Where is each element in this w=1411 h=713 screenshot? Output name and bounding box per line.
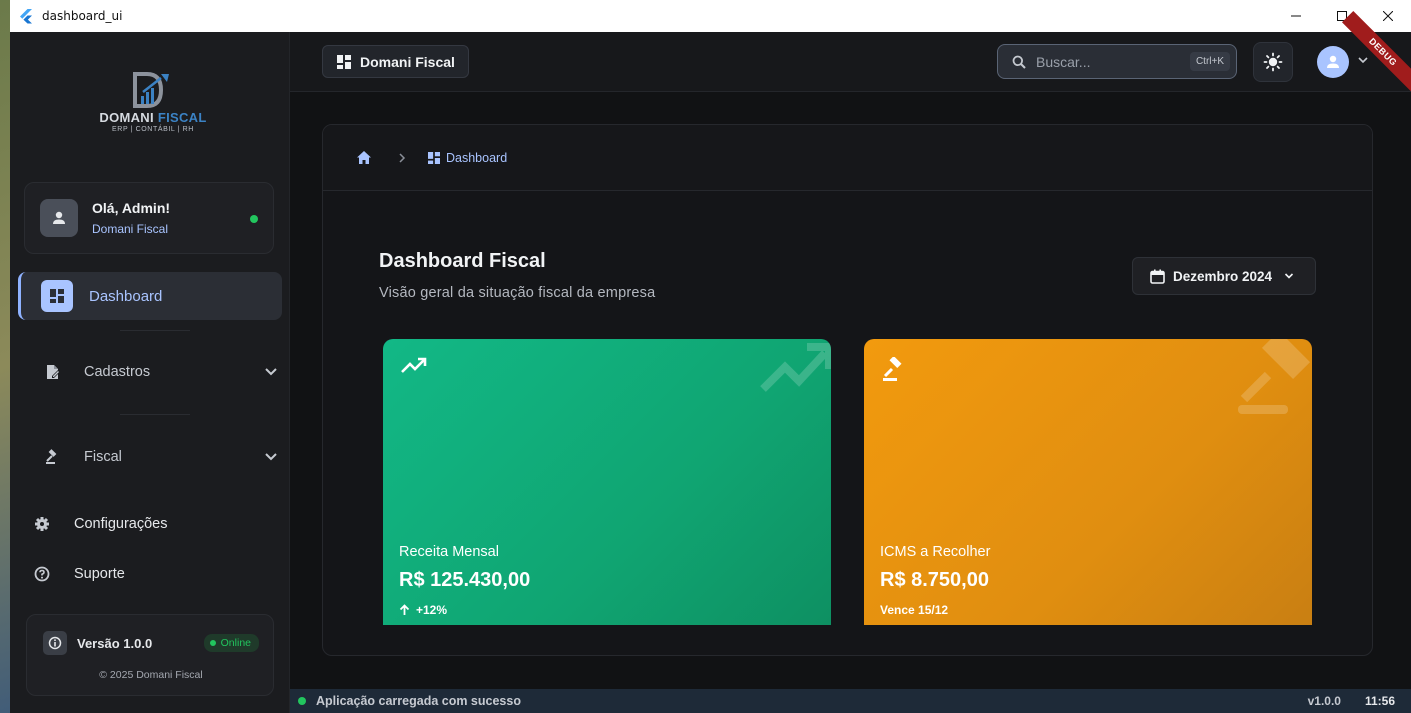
main-content: Dashboard Dashboard Fiscal Visão geral d…	[322, 124, 1373, 656]
breadcrumb-current: Dashboard	[446, 150, 508, 165]
status-badge-label: Online	[220, 637, 251, 649]
sidebar-item-configuracoes[interactable]: Configurações	[34, 509, 168, 539]
page-subtitle: Visão geral da situação fiscal da empres…	[379, 285, 656, 301]
status-dot	[298, 697, 306, 705]
chevron-down-icon	[1284, 273, 1294, 279]
minimize-icon	[1291, 15, 1301, 17]
gavel-icon	[1238, 339, 1311, 414]
home-icon[interactable]	[356, 150, 372, 165]
close-button[interactable]	[1365, 0, 1411, 32]
stat-change: +12%	[416, 603, 448, 617]
search-placeholder: Buscar...	[1036, 53, 1091, 70]
gavel-icon	[883, 357, 902, 381]
sidebar-item-label: Configurações	[74, 516, 168, 532]
dashboard-icon	[50, 289, 64, 303]
sidebar-item-label: Dashboard	[89, 287, 163, 305]
page-title: Dashboard Fiscal	[379, 250, 546, 272]
theme-toggle-button[interactable]	[1253, 42, 1293, 82]
logo-name-part1: DOMANI	[99, 110, 154, 125]
sidebar-item-label: Cadastros	[84, 364, 151, 380]
status-time: 11:56	[1364, 694, 1395, 708]
sidebar-item-label: Fiscal	[84, 449, 122, 465]
search-input[interactable]: Buscar... Ctrl+K	[997, 44, 1237, 79]
stat-value: R$ 125.430,00	[399, 569, 531, 591]
dashboard-icon-box	[41, 280, 73, 312]
shortcut-hint: Ctrl+K	[1189, 52, 1230, 71]
sidebar-item-cadastros[interactable]: Cadastros	[18, 352, 282, 392]
divider	[120, 330, 190, 331]
person-icon	[1327, 55, 1339, 68]
stat-card-receita[interactable]: Receita Mensal R$ 125.430,00 +12%	[383, 339, 831, 625]
sidebar-item-label: Suporte	[74, 566, 125, 582]
minimize-button[interactable]	[1273, 0, 1319, 32]
logo-mark-icon	[133, 72, 169, 108]
sidebar-item-dashboard[interactable]: Dashboard	[18, 272, 282, 320]
window-title: dashboard_ui	[42, 9, 123, 23]
divider	[120, 414, 190, 415]
logo-tagline: ERP | CONTÁBIL | RH	[112, 126, 194, 133]
chevron-down-icon	[265, 368, 277, 376]
version-card: Versão 1.0.0 Online © 2025 Domani Fiscal	[26, 614, 274, 696]
app-window: dashboard_ui DOMANI FISCAL ERP | CONTÁBI…	[10, 0, 1411, 713]
period-label: Dezembro 2024	[1173, 268, 1273, 284]
period-selector[interactable]: Dezembro 2024	[1132, 257, 1316, 295]
gear-icon	[35, 517, 49, 531]
version-label: Versão 1.0.0	[77, 635, 153, 651]
stat-due-date: Vence 15/12	[880, 603, 949, 617]
document-edit-icon	[44, 363, 62, 381]
person-icon	[53, 211, 65, 224]
trending-up-icon	[401, 357, 427, 373]
brand-label: Domani Fiscal	[360, 53, 455, 70]
status-version: v1.0.0	[1307, 694, 1341, 708]
chevron-down-icon[interactable]	[1358, 56, 1368, 64]
user-avatar	[40, 199, 78, 237]
sidebar-item-suporte[interactable]: Suporte	[34, 559, 125, 589]
sun-icon	[1263, 52, 1283, 72]
dashboard-icon	[428, 151, 440, 164]
arrow-up-icon	[399, 604, 410, 615]
copyright: © 2025 Domani Fiscal	[99, 669, 203, 681]
online-status-dot	[250, 215, 258, 223]
stat-label: ICMS a Recolher	[880, 544, 991, 560]
chevron-down-icon	[265, 453, 277, 461]
logo: DOMANI FISCAL ERP | CONTÁBIL | RH	[88, 72, 218, 152]
stat-value: R$ 8.750,00	[880, 569, 989, 591]
close-icon	[1383, 11, 1393, 21]
info-icon	[43, 631, 67, 655]
brand-button[interactable]: Domani Fiscal	[322, 45, 469, 78]
status-message: Aplicação carregada com sucesso	[316, 694, 521, 708]
status-badge: Online	[203, 634, 259, 652]
sidebar: DOMANI FISCAL ERP | CONTÁBIL | RH Olá, A…	[10, 32, 290, 713]
user-company: Domani Fiscal	[92, 222, 169, 236]
status-bar: Aplicação carregada com sucesso v1.0.0 1…	[290, 689, 1411, 713]
user-card[interactable]: Olá, Admin! Domani Fiscal	[24, 182, 274, 254]
dashboard-icon	[337, 54, 351, 69]
stat-card-icms[interactable]: ICMS a Recolher R$ 8.750,00 Vence 15/12	[864, 339, 1312, 625]
top-bar: Domani Fiscal Buscar... Ctrl+K DEBUG	[290, 10, 1411, 94]
logo-name-part2: FISCAL	[157, 110, 207, 125]
trending-up-icon	[760, 343, 831, 392]
user-menu-avatar[interactable]	[1317, 46, 1349, 78]
help-icon	[34, 566, 50, 582]
title-bar: dashboard_ui	[10, 0, 1411, 32]
calendar-icon	[1150, 269, 1165, 284]
gavel-icon	[44, 448, 62, 466]
flutter-icon	[20, 9, 32, 24]
chevron-right-icon	[399, 152, 406, 163]
sidebar-item-fiscal[interactable]: Fiscal	[18, 437, 282, 477]
stat-label: Receita Mensal	[399, 544, 499, 560]
breadcrumb: Dashboard	[323, 125, 1372, 191]
search-icon	[1012, 55, 1026, 69]
user-greeting: Olá, Admin!	[92, 200, 171, 216]
